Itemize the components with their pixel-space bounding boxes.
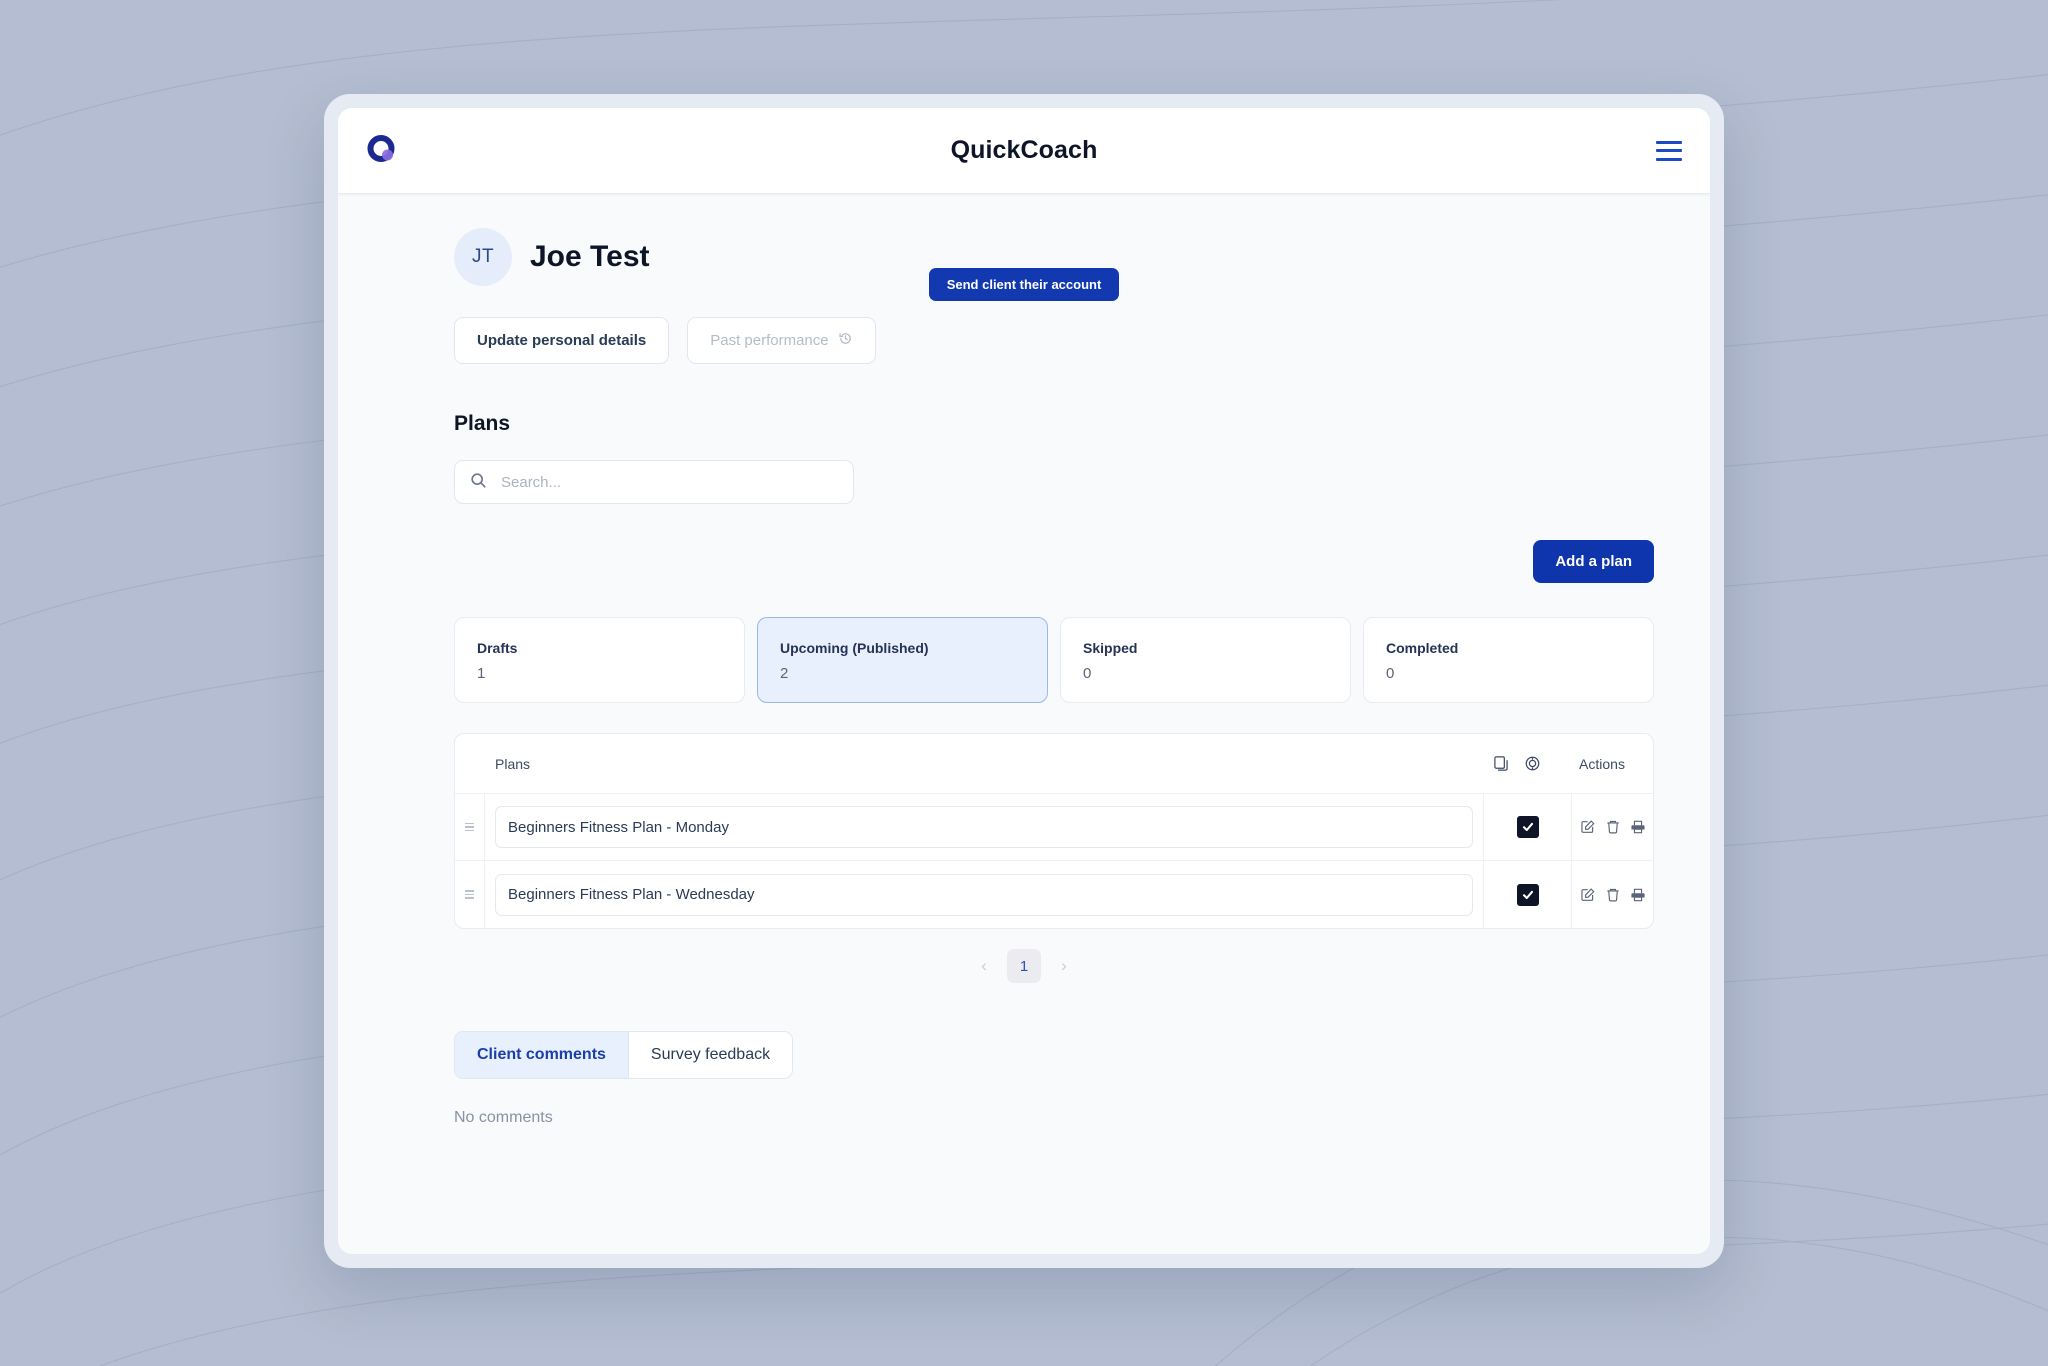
stat-card-drafts[interactable]: Drafts 1 [454,617,745,703]
stat-card-skipped[interactable]: Skipped 0 [1060,617,1351,703]
published-checkbox[interactable] [1516,816,1539,838]
plans-table: Plans Actions [454,733,1654,929]
chevron-right-icon[interactable]: › [1051,953,1077,979]
stat-label: Upcoming (Published) [780,640,929,656]
stat-label: Drafts [477,640,518,656]
plan-status-cards: Drafts 1 Upcoming (Published) 2 Skipped … [454,617,1668,703]
stat-value: 0 [1083,665,1092,682]
chevron-left-icon[interactable]: ‹ [971,953,997,979]
no-comments-message: No comments [454,1109,553,1126]
row-actions [1571,794,1653,860]
plans-table-header: Plans Actions [455,734,1653,794]
add-plan-row: Add a plan [380,540,1668,583]
tab-survey-feedback[interactable]: Survey feedback [627,1032,793,1078]
hamburger-menu-icon[interactable] [1656,140,1682,161]
header-icon-group [1473,755,1561,772]
search-container [454,460,854,504]
stat-label: Completed [1386,640,1459,656]
stat-card-upcoming-published[interactable]: Upcoming (Published) 2 [757,617,1048,703]
pagination: ‹ 1 › [380,949,1668,983]
table-row [455,861,1653,928]
plan-published-checkbox-cell [1483,861,1571,928]
edit-icon[interactable] [1580,887,1596,903]
drag-handle-icon[interactable] [455,794,485,860]
stat-value: 1 [477,665,486,682]
column-header-plans: Plans [495,755,531,772]
search-input[interactable] [454,460,854,504]
plan-name-cell [485,861,1483,928]
drag-handle-icon[interactable] [455,861,485,928]
page-content: JT Joe Test Send client their account Up… [338,194,1710,1254]
published-checkbox[interactable] [1516,883,1539,906]
stat-label: Skipped [1083,640,1138,656]
column-header-actions: Actions [1579,755,1625,772]
app-header: QuickCoach [338,108,1710,194]
table-row [455,794,1653,861]
delete-icon[interactable] [1605,887,1621,903]
page-title: Joe Test [530,240,650,273]
plan-name-cell [485,794,1483,860]
update-personal-details-button[interactable]: Update personal details [454,317,670,364]
client-actions: Update personal details Past performance [454,317,1668,364]
history-icon [838,331,853,350]
add-a-plan-button[interactable]: Add a plan [1533,540,1654,583]
send-client-account-button[interactable]: Send client their account [928,268,1120,301]
app-viewport: QuickCoach JT Joe Test Send client their… [338,108,1710,1254]
tab-client-comments[interactable]: Client comments [455,1032,628,1078]
stat-value: 2 [780,665,789,682]
plan-published-checkbox-cell [1483,794,1571,860]
copy-icon[interactable] [1493,755,1510,772]
page-number-1[interactable]: 1 [1007,949,1041,983]
stat-value: 0 [1386,665,1395,682]
plans-section-title: Plans [454,412,511,435]
row-actions [1571,861,1653,928]
plan-name-input[interactable] [495,873,1473,916]
stat-card-completed[interactable]: Completed 0 [1363,617,1654,703]
search-icon [470,472,487,494]
print-icon[interactable] [1630,819,1646,835]
delete-icon[interactable] [1605,819,1621,835]
app-title: QuickCoach [950,136,1098,164]
globe-icon[interactable] [1524,755,1541,772]
quickcoach-q-logo-icon[interactable] [366,134,400,168]
past-performance-label: Past performance [710,332,829,349]
avatar: JT [454,228,512,286]
print-icon[interactable] [1630,887,1646,903]
plan-name-input[interactable] [495,806,1473,848]
feedback-tabs: Client comments Survey feedback [454,1031,794,1079]
app-window: QuickCoach JT Joe Test Send client their… [324,94,1724,1268]
edit-icon[interactable] [1580,819,1596,835]
past-performance-button[interactable]: Past performance [687,317,876,364]
